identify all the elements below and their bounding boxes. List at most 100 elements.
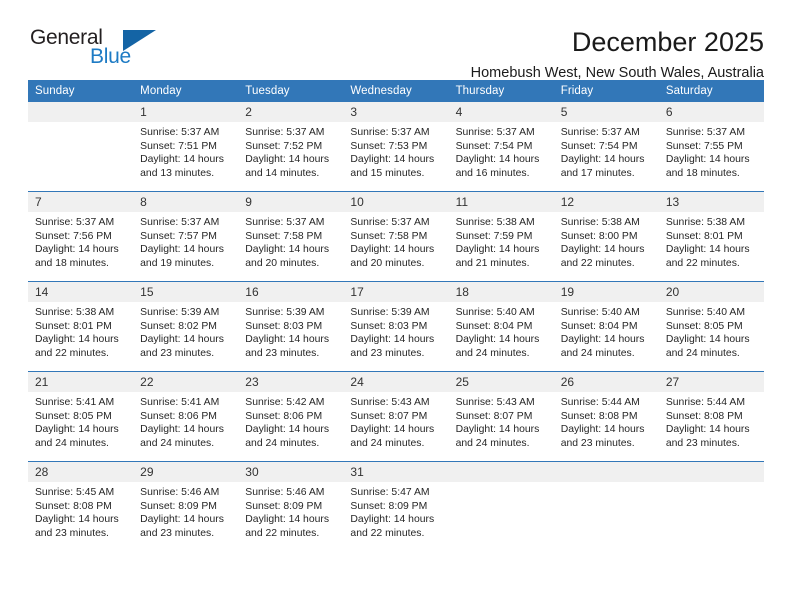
daylight-text-line2: and 24 minutes. [455, 437, 530, 449]
day-number: 7 [28, 192, 134, 212]
day-details [449, 482, 554, 486]
sunrise-text: Sunrise: 5:41 AM [140, 397, 220, 408]
day-cell[interactable]: 10 Sunrise: 5:37 AM Sunset: 7:58 PM Dayl… [343, 191, 449, 282]
sunrise-text: Sunrise: 5:40 AM [665, 307, 745, 318]
sunset-text: Sunset: 8:04 PM [455, 320, 533, 332]
day-cell[interactable]: 4 Sunrise: 5:37 AM Sunset: 7:54 PM Dayli… [448, 102, 554, 192]
day-cell[interactable]: 30 Sunrise: 5:46 AM Sunset: 8:09 PM Dayl… [238, 461, 344, 551]
daylight-text-line1: Daylight: 14 hours [35, 334, 119, 346]
day-details: Sunrise: 5:38 AM Sunset: 8:01 PM Dayligh… [659, 212, 764, 270]
sunrise-text: Sunrise: 5:39 AM [140, 307, 220, 318]
daylight-text-line2: and 23 minutes. [665, 437, 740, 449]
day-cell[interactable] [658, 461, 764, 551]
general-blue-logo[interactable]: General Blue [28, 26, 158, 74]
day-number: 16 [238, 282, 344, 302]
sunrise-text: Sunrise: 5:43 AM [350, 397, 430, 408]
sunset-text: Sunset: 8:07 PM [350, 410, 428, 422]
day-cell[interactable]: 31 Sunrise: 5:47 AM Sunset: 8:09 PM Dayl… [343, 461, 449, 551]
day-cell[interactable]: 23 Sunrise: 5:42 AM Sunset: 8:06 PM Dayl… [238, 371, 344, 462]
day-cell[interactable]: 2 Sunrise: 5:37 AM Sunset: 7:52 PM Dayli… [238, 102, 344, 192]
sunrise-text: Sunrise: 5:45 AM [35, 487, 115, 498]
day-cell[interactable]: 12 Sunrise: 5:38 AM Sunset: 8:00 PM Dayl… [553, 191, 659, 282]
sunrise-text: Sunrise: 5:38 AM [560, 217, 640, 228]
daylight-text-line2: and 14 minutes. [245, 167, 320, 179]
day-cell[interactable]: 21 Sunrise: 5:41 AM Sunset: 8:05 PM Dayl… [28, 371, 134, 462]
day-cell[interactable]: 19 Sunrise: 5:40 AM Sunset: 8:04 PM Dayl… [553, 281, 659, 372]
daylight-text-line1: Daylight: 14 hours [350, 424, 435, 436]
daylight-text-line2: and 17 minutes. [560, 167, 635, 179]
sunset-text: Sunset: 8:08 PM [665, 410, 743, 422]
sunrise-text: Sunrise: 5:37 AM [455, 127, 535, 138]
daylight-text-line1: Daylight: 14 hours [455, 154, 540, 166]
day-cell[interactable]: 15 Sunrise: 5:39 AM Sunset: 8:02 PM Dayl… [133, 281, 239, 372]
daylight-text-line1: Daylight: 14 hours [245, 334, 330, 346]
daylight-text-line2: and 18 minutes. [665, 167, 740, 179]
daylight-text-line1: Daylight: 14 hours [140, 244, 224, 256]
logo-text-blue: Blue [90, 45, 131, 68]
day-cell[interactable]: 27 Sunrise: 5:44 AM Sunset: 8:08 PM Dayl… [658, 371, 764, 462]
day-details: Sunrise: 5:47 AM Sunset: 8:09 PM Dayligh… [343, 482, 448, 540]
day-cell[interactable]: 9 Sunrise: 5:37 AM Sunset: 7:58 PM Dayli… [238, 191, 344, 282]
daylight-text-line2: and 20 minutes. [245, 257, 320, 269]
day-number: 2 [238, 102, 344, 122]
weekday-header-thursday: Thursday [448, 80, 554, 102]
title-block: December 2025 Homebush West, New South W… [471, 26, 764, 83]
day-cell[interactable]: 7 Sunrise: 5:37 AM Sunset: 7:56 PM Dayli… [28, 191, 134, 282]
day-details: Sunrise: 5:45 AM Sunset: 8:08 PM Dayligh… [28, 482, 133, 540]
page-header: General Blue December 2025 Homebush West… [28, 0, 764, 81]
day-cell[interactable]: 26 Sunrise: 5:44 AM Sunset: 8:08 PM Dayl… [553, 371, 659, 462]
day-cell[interactable]: 16 Sunrise: 5:39 AM Sunset: 8:03 PM Dayl… [238, 281, 344, 372]
day-cell[interactable]: 17 Sunrise: 5:39 AM Sunset: 8:03 PM Dayl… [343, 281, 449, 372]
day-cell[interactable]: 29 Sunrise: 5:46 AM Sunset: 8:09 PM Dayl… [133, 461, 239, 551]
daylight-text-line1: Daylight: 14 hours [560, 424, 645, 436]
day-cell[interactable] [448, 461, 554, 551]
day-cell[interactable]: 11 Sunrise: 5:38 AM Sunset: 7:59 PM Dayl… [448, 191, 554, 282]
day-cell[interactable]: 5 Sunrise: 5:37 AM Sunset: 7:54 PM Dayli… [553, 102, 659, 192]
daylight-text-line1: Daylight: 14 hours [560, 334, 645, 346]
daylight-text-line1: Daylight: 14 hours [665, 244, 750, 256]
sunrise-text: Sunrise: 5:37 AM [140, 127, 220, 138]
day-number: 1 [133, 102, 239, 122]
calendar-body: 1 Sunrise: 5:37 AM Sunset: 7:51 PM Dayli… [28, 102, 764, 551]
day-cell[interactable]: 18 Sunrise: 5:40 AM Sunset: 8:04 PM Dayl… [448, 281, 554, 372]
day-number: 26 [553, 372, 659, 392]
day-cell[interactable]: 6 Sunrise: 5:37 AM Sunset: 7:55 PM Dayli… [658, 102, 764, 192]
day-cell[interactable]: 1 Sunrise: 5:37 AM Sunset: 7:51 PM Dayli… [133, 102, 239, 192]
day-cell[interactable]: 24 Sunrise: 5:43 AM Sunset: 8:07 PM Dayl… [343, 371, 449, 462]
day-cell[interactable]: 22 Sunrise: 5:41 AM Sunset: 8:06 PM Dayl… [133, 371, 239, 462]
day-number: 24 [343, 372, 449, 392]
daylight-text-line2: and 19 minutes. [140, 257, 215, 269]
day-cell[interactable] [28, 102, 134, 192]
daylight-text-line2: and 16 minutes. [455, 167, 530, 179]
day-number [448, 462, 554, 482]
sunrise-text: Sunrise: 5:47 AM [350, 487, 430, 498]
sunrise-text: Sunrise: 5:37 AM [35, 217, 115, 228]
day-cell[interactable]: 25 Sunrise: 5:43 AM Sunset: 8:07 PM Dayl… [448, 371, 554, 462]
day-number: 31 [343, 462, 449, 482]
sunrise-text: Sunrise: 5:38 AM [665, 217, 745, 228]
daylight-text-line1: Daylight: 14 hours [140, 334, 224, 346]
day-details: Sunrise: 5:37 AM Sunset: 7:54 PM Dayligh… [449, 122, 554, 180]
day-cell[interactable]: 3 Sunrise: 5:37 AM Sunset: 7:53 PM Dayli… [343, 102, 449, 192]
day-details: Sunrise: 5:37 AM Sunset: 7:58 PM Dayligh… [343, 212, 448, 270]
day-cell[interactable]: 14 Sunrise: 5:38 AM Sunset: 8:01 PM Dayl… [28, 281, 134, 372]
day-cell[interactable]: 28 Sunrise: 5:45 AM Sunset: 8:08 PM Dayl… [28, 461, 134, 551]
daylight-text-line1: Daylight: 14 hours [35, 424, 119, 436]
sunrise-text: Sunrise: 5:37 AM [140, 217, 220, 228]
sunset-text: Sunset: 7:58 PM [350, 230, 428, 242]
daylight-text-line1: Daylight: 14 hours [245, 424, 330, 436]
daylight-text-line2: and 23 minutes. [560, 437, 635, 449]
day-cell[interactable]: 13 Sunrise: 5:38 AM Sunset: 8:01 PM Dayl… [658, 191, 764, 282]
week-row: 7 Sunrise: 5:37 AM Sunset: 7:56 PM Dayli… [28, 191, 764, 282]
day-cell[interactable] [553, 461, 659, 551]
daylight-text-line1: Daylight: 14 hours [455, 244, 540, 256]
daylight-text-line1: Daylight: 14 hours [245, 514, 330, 526]
day-cell[interactable]: 8 Sunrise: 5:37 AM Sunset: 7:57 PM Dayli… [133, 191, 239, 282]
day-number: 21 [28, 372, 134, 392]
daylight-text-line1: Daylight: 14 hours [140, 424, 224, 436]
day-number: 10 [343, 192, 449, 212]
daylight-text-line1: Daylight: 14 hours [665, 154, 750, 166]
day-details: Sunrise: 5:40 AM Sunset: 8:04 PM Dayligh… [449, 302, 554, 360]
day-details: Sunrise: 5:37 AM Sunset: 7:54 PM Dayligh… [554, 122, 659, 180]
day-cell[interactable]: 20 Sunrise: 5:40 AM Sunset: 8:05 PM Dayl… [658, 281, 764, 372]
